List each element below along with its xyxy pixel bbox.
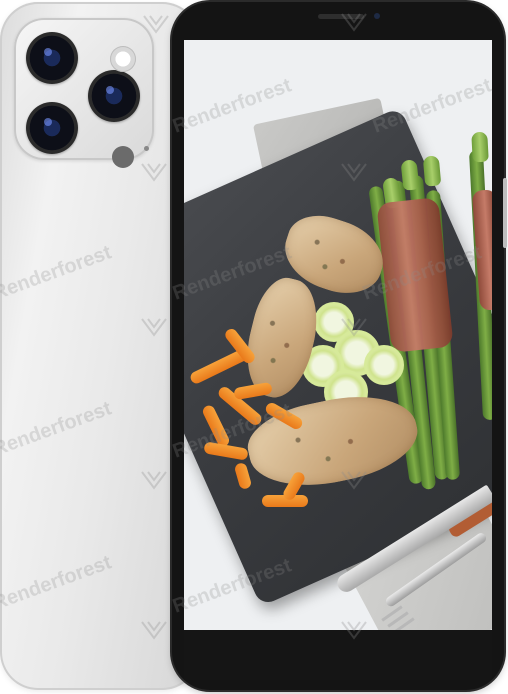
camera-module — [14, 18, 154, 168]
camera-lens-icon — [88, 70, 140, 122]
food-photo — [184, 40, 492, 630]
speaker-grille-icon — [318, 14, 364, 19]
phone-back-view — [0, 2, 200, 690]
phone-screen — [184, 40, 492, 630]
camera-lens-icon — [26, 32, 78, 84]
camera-lens-icon — [26, 102, 78, 154]
mockup-stage: Renderforest Renderforest Renderforest R… — [0, 0, 508, 694]
flash-icon — [110, 46, 136, 72]
side-button — [503, 178, 507, 248]
asparagus-tip — [471, 131, 489, 163]
front-camera-icon — [374, 13, 380, 19]
leek-slice — [364, 345, 404, 385]
microphone-dot-icon — [144, 146, 149, 151]
asparagus-tip — [400, 159, 420, 191]
asparagus-tip — [422, 155, 442, 187]
phone-bottom-bezel — [184, 630, 492, 680]
lidar-sensor-icon — [112, 146, 134, 168]
